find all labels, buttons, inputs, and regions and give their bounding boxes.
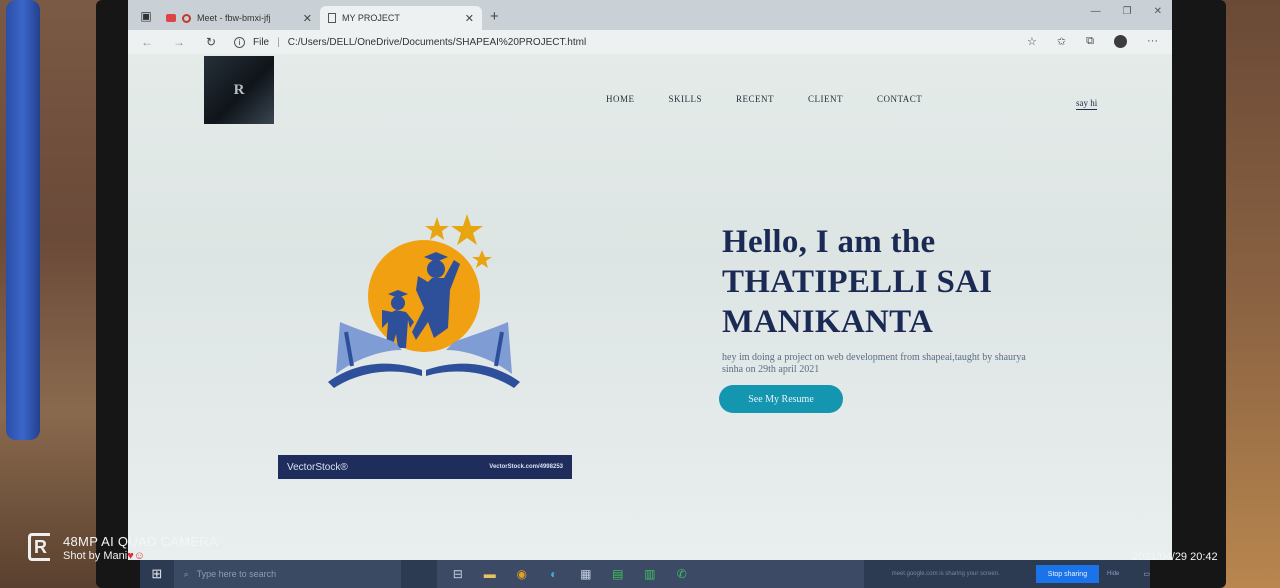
hero-description: hey im doing a project on web developmen… xyxy=(722,352,1026,375)
hero-heading-line2: THATIPELLI SAI xyxy=(722,264,993,300)
tab-title: Meet - fbw-bmxi-jfj xyxy=(197,13,271,23)
laptop-screen: ▣ Meet - fbw-bmxi-jfj ✕ MY PROJECT ✕ + —… xyxy=(128,0,1172,560)
browser-toolbar: ← → ↻ i File | C:/Users/DELL/OneDrive/Do… xyxy=(128,30,1172,54)
profile-avatar[interactable] xyxy=(1114,35,1127,48)
collections-icon[interactable]: ⧉ xyxy=(1086,35,1094,48)
watermark-ref: VectorStock.com/4998253 xyxy=(489,464,563,470)
new-tab-button[interactable]: + xyxy=(490,8,499,25)
say-hi-link[interactable]: say hi xyxy=(1076,98,1098,110)
forward-arrow-icon[interactable]: → xyxy=(170,35,188,49)
camera-icon xyxy=(166,14,176,22)
shot-by-text: Shot by Mani xyxy=(63,550,128,562)
education-illustration xyxy=(328,214,520,388)
tab-meet[interactable]: Meet - fbw-bmxi-jfj ✕ xyxy=(158,6,320,30)
shot-by-label: Shot by Mani♥☺ xyxy=(63,550,145,562)
separator: | xyxy=(277,36,280,48)
screen-share-message: meet.google.com is sharing your screen. xyxy=(891,571,1000,577)
close-icon[interactable]: ✕ xyxy=(465,12,474,25)
close-icon[interactable]: ✕ xyxy=(303,12,312,25)
see-resume-button[interactable]: See My Resume xyxy=(719,385,843,413)
more-menu-icon[interactable]: ··· xyxy=(1147,35,1158,48)
windows-taskbar: ⊞ ⌕ Type here to search ⊟ ▬ ◉ ◐ ▦ ▤ ▥ ✆ … xyxy=(140,560,1150,588)
minimize-icon[interactable]: — xyxy=(1091,6,1101,17)
nav-skills[interactable]: SKILLS xyxy=(669,94,703,104)
nav-home[interactable]: HOME xyxy=(606,94,635,104)
excel-icon[interactable]: ▤ xyxy=(607,565,629,583)
tab-title: MY PROJECT xyxy=(342,13,400,23)
store-icon[interactable]: ▦ xyxy=(575,565,597,583)
refresh-icon[interactable]: ↻ xyxy=(202,35,220,49)
recording-icon xyxy=(182,13,191,23)
taskbar-search[interactable]: ⌕ Type here to search xyxy=(173,560,401,588)
logo-text: R xyxy=(233,81,245,98)
search-icon: ⌕ xyxy=(183,568,189,579)
scheme-label: File xyxy=(253,36,270,48)
back-arrow-icon[interactable]: ← xyxy=(138,35,156,49)
nav-recent[interactable]: RECENT xyxy=(736,94,774,104)
hide-button[interactable]: Hide xyxy=(1107,571,1119,577)
main-nav: HOME SKILLS RECENT CLIENT CONTACT xyxy=(606,94,922,104)
search-placeholder: Type here to search xyxy=(196,569,277,579)
hero-heading-line3: MANIKANTA xyxy=(722,304,934,340)
windows-start-icon[interactable]: ⊞ xyxy=(140,560,174,588)
tab-my-project[interactable]: MY PROJECT ✕ xyxy=(320,6,482,30)
background-cable xyxy=(6,0,40,440)
tab-actions-icon[interactable]: ▣ xyxy=(134,5,158,27)
stop-sharing-button[interactable]: Stop sharing xyxy=(1035,565,1100,583)
notification-icon[interactable]: ▭ xyxy=(1143,570,1150,578)
hero-heading-line1: Hello, I am the xyxy=(722,224,936,260)
close-window-icon[interactable]: ✕ xyxy=(1154,6,1162,17)
page-viewport: R HOME SKILLS RECENT CLIENT CONTACT say … xyxy=(128,54,1172,560)
pinned-apps: ⊟ ▬ ◉ ◐ ▦ ▤ ▥ ✆ xyxy=(436,560,864,588)
browser-tabstrip: ▣ Meet - fbw-bmxi-jfj ✕ MY PROJECT ✕ + —… xyxy=(128,0,1172,30)
document-icon xyxy=(328,13,336,23)
hero-text: Hello, I am the THATIPELLI SAI MANIKANTA… xyxy=(722,222,1052,376)
nav-client[interactable]: CLIENT xyxy=(808,94,843,104)
address-bar[interactable]: i File | C:/Users/DELL/OneDrive/Document… xyxy=(234,36,586,48)
window-controls: — ❐ ✕ xyxy=(1091,6,1162,17)
camera-model-label: 48MP AI QUAD CAMERA xyxy=(63,534,219,549)
add-favorite-icon[interactable]: ☆ xyxy=(1027,35,1037,48)
url-text[interactable]: C:/Users/DELL/OneDrive/Documents/SHAPEAI… xyxy=(288,37,586,48)
chrome-icon[interactable]: ◉ xyxy=(511,565,533,583)
camera-brand-logo: R xyxy=(28,533,50,561)
site-logo[interactable]: R xyxy=(204,56,274,124)
favorites-icon[interactable]: ✩ xyxy=(1057,35,1066,48)
maximize-icon[interactable]: ❐ xyxy=(1123,6,1132,17)
task-view-icon[interactable]: ⊟ xyxy=(447,565,469,583)
vectorstock-watermark: VectorStock® VectorStock.com/4998253 xyxy=(278,455,572,479)
toolbar-actions: ☆ ✩ ⧉ ··· xyxy=(1027,35,1158,48)
heart-emoji-icon: ♥☺ xyxy=(127,550,145,562)
hero-heading: Hello, I am the THATIPELLI SAI MANIKANTA xyxy=(722,222,1052,342)
photo-timestamp: 2021/04/29 20:42 xyxy=(1132,551,1218,563)
info-icon[interactable]: i xyxy=(234,36,245,48)
watermark-brand: VectorStock® xyxy=(287,461,348,473)
nav-contact[interactable]: CONTACT xyxy=(877,94,922,104)
file-explorer-icon[interactable]: ▬ xyxy=(479,565,501,583)
whatsapp-icon[interactable]: ✆ xyxy=(671,565,693,583)
edge-icon[interactable]: ◐ xyxy=(543,565,565,583)
notepad-icon[interactable]: ▥ xyxy=(639,565,661,583)
